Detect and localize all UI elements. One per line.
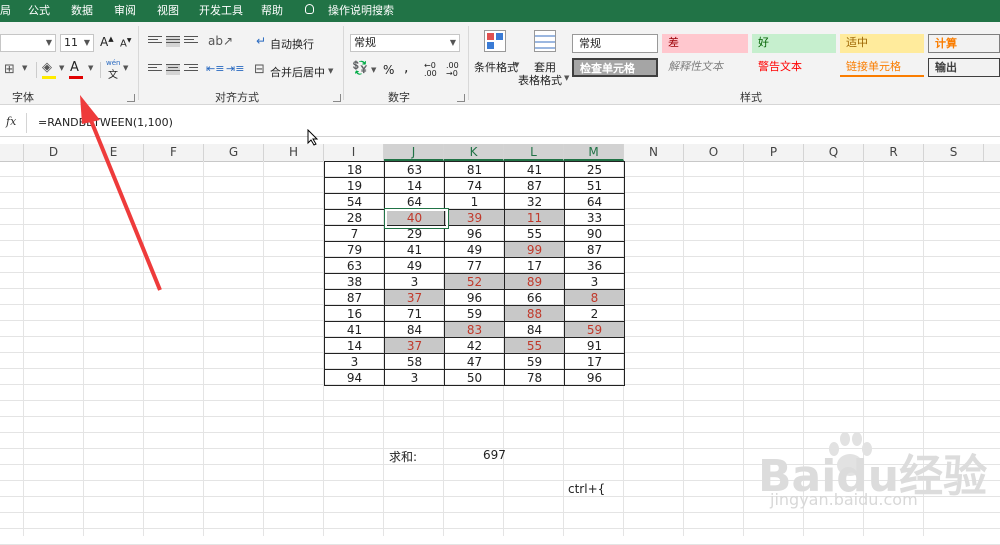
mouse-cursor-icon <box>307 129 319 146</box>
annotation-arrow-icon <box>80 95 162 291</box>
